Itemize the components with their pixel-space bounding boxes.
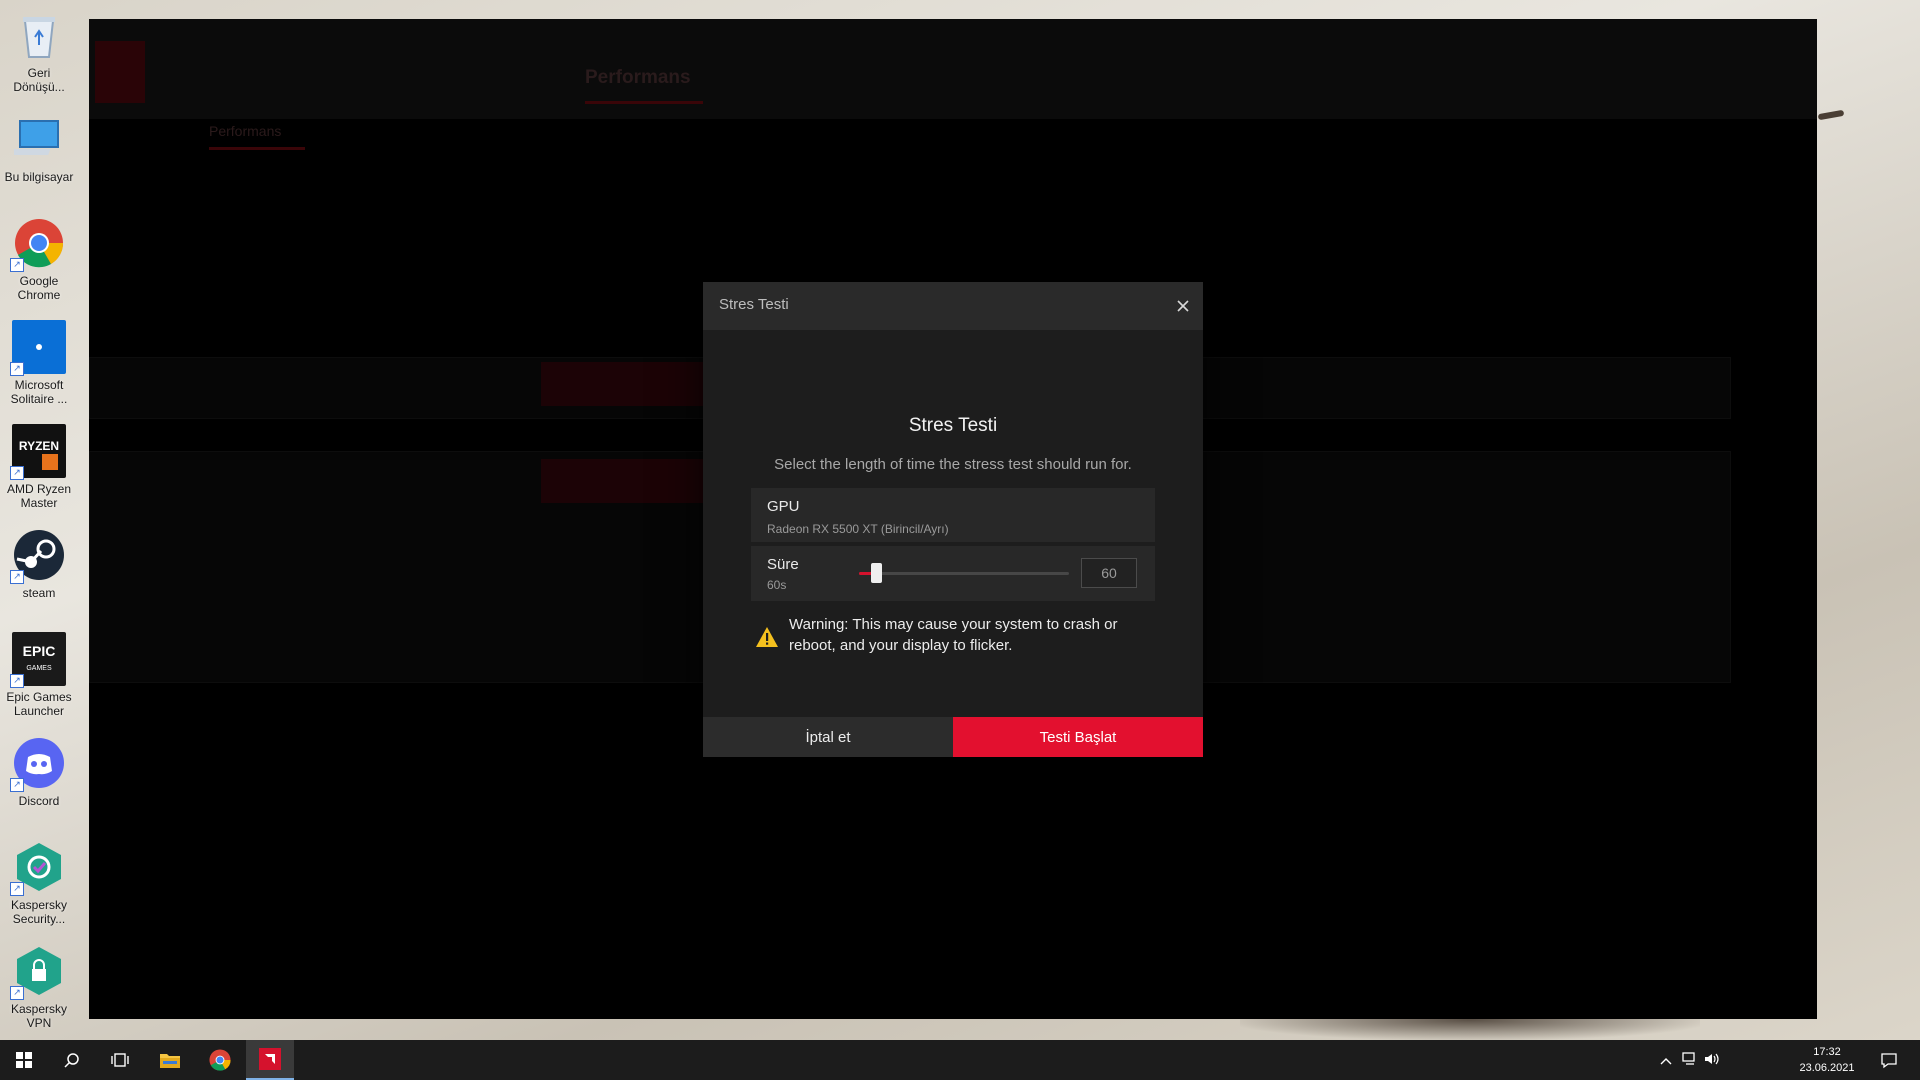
epic-games-icon: EPIC GAMES ↗ <box>10 632 66 688</box>
taskbar-amd-software[interactable] <box>246 1040 294 1080</box>
shortcut-arrow-icon: ↗ <box>10 258 24 272</box>
volume-icon[interactable] <box>1704 1052 1720 1071</box>
ryzen-master-icon: RYZEN ↗ <box>10 424 66 480</box>
solitaire-icon: ↗ <box>10 320 66 376</box>
chrome-icon: ↗ <box>10 216 66 272</box>
cancel-button[interactable]: İptal et <box>703 717 953 757</box>
windows-icon <box>16 1052 32 1068</box>
amd-icon <box>259 1048 281 1070</box>
start-button[interactable] <box>0 1040 48 1080</box>
chrome-icon <box>209 1049 231 1071</box>
slider-thumb[interactable] <box>871 563 882 583</box>
close-button[interactable] <box>1169 292 1197 320</box>
dialog-description: Select the length of time the stress tes… <box>774 456 1132 473</box>
shortcut-arrow-icon: ↗ <box>10 778 24 792</box>
desktop-icon-microsoft-solitaire[interactable]: ↗ Microsoft Solitaire ... <box>4 320 74 406</box>
shortcut-arrow-icon: ↗ <box>10 466 24 480</box>
clock-date: 23.06.2021 <box>1799 1062 1855 1074</box>
nav-active-indicator <box>585 101 703 104</box>
recycle-bin-icon <box>12 8 66 62</box>
gpu-label: GPU <box>767 498 800 515</box>
duration-subvalue: 60s <box>767 578 787 592</box>
search-icon <box>64 1053 79 1068</box>
dialog-window-title: Stres Testi <box>719 296 789 313</box>
desktop-icon-this-pc[interactable]: Bu bilgisayar <box>4 112 74 184</box>
shortcut-arrow-icon: ↗ <box>10 882 24 896</box>
desktop-icon-recycle-bin[interactable]: Geri Dönüşü... <box>4 8 74 94</box>
gpu-panel: GPU Radeon RX 5500 XT (Birincil/Ayrı) <box>751 488 1155 542</box>
subnav-tab-performance[interactable]: Performans <box>209 123 281 139</box>
amd-logo-icon <box>95 41 145 103</box>
desktop-icon-epic-games[interactable]: EPIC GAMES ↗ Epic Games Launcher <box>4 632 74 718</box>
notification-center-button[interactable] <box>1880 1051 1898 1074</box>
kaspersky-security-icon: ↗ <box>10 840 66 896</box>
desktop-icon-steam[interactable]: ↗ steam <box>4 528 74 600</box>
task-view-icon <box>111 1053 129 1067</box>
svg-text:EPIC: EPIC <box>23 643 56 659</box>
app-header: Performans Performans <box>89 19 1817 150</box>
notification-icon <box>1881 1053 1897 1069</box>
discord-icon: ↗ <box>10 736 66 792</box>
desktop-icon-kaspersky-vpn[interactable]: ↗ Kaspersky VPN <box>4 944 74 1030</box>
clock-time: 17:32 <box>1813 1046 1841 1058</box>
taskbar-chrome[interactable] <box>196 1040 244 1080</box>
computer-icon <box>12 112 66 166</box>
svg-text:RYZEN: RYZEN <box>19 439 59 453</box>
subnav-active-indicator <box>209 147 305 150</box>
dialog-heading: Stres Testi <box>908 415 998 436</box>
warning-icon <box>755 626 779 653</box>
svg-text:GAMES: GAMES <box>26 665 52 672</box>
close-icon <box>1177 300 1189 312</box>
desktop-icon-kaspersky-security[interactable]: ↗ Kaspersky Security... <box>4 840 74 926</box>
duration-input[interactable] <box>1081 558 1137 588</box>
steam-icon: ↗ <box>10 528 66 584</box>
task-view-button[interactable] <box>96 1040 144 1080</box>
shortcut-arrow-icon: ↗ <box>10 674 24 688</box>
system-tray: 17:32 23.06.2021 <box>1660 1040 1920 1080</box>
taskbar: 17:32 23.06.2021 <box>0 1040 1920 1080</box>
desktop-icon-amd-ryzen-master[interactable]: RYZEN ↗ AMD Ryzen Master <box>4 424 74 510</box>
folder-icon <box>160 1054 180 1068</box>
duration-slider[interactable] <box>859 563 1069 583</box>
duration-label: Süre <box>767 556 799 573</box>
kaspersky-vpn-icon: ↗ <box>10 944 66 1000</box>
shortcut-arrow-icon: ↗ <box>10 362 24 376</box>
nav-tab-performance[interactable]: Performans <box>585 67 691 89</box>
start-test-button[interactable]: Testi Başlat <box>953 717 1203 757</box>
taskbar-clock[interactable]: 17:32 23.06.2021 <box>1792 1044 1862 1076</box>
dialog-header: Stres Testi <box>703 282 1203 330</box>
warning-text: Warning: This may cause your system to c… <box>789 616 1118 654</box>
taskbar-file-explorer[interactable] <box>146 1040 194 1080</box>
desktop-icon-discord[interactable]: ↗ Discord <box>4 736 74 808</box>
wallpaper-bird <box>1817 109 1845 121</box>
shortcut-arrow-icon: ↗ <box>10 986 24 1000</box>
network-icon[interactable] <box>1682 1052 1698 1071</box>
stress-test-dialog: Stres Testi Stres Testi Select the lengt… <box>703 282 1203 757</box>
desktop-icon-google-chrome[interactable]: ↗ Google Chrome <box>4 216 74 302</box>
duration-panel: Süre 60s <box>751 546 1155 601</box>
search-button[interactable] <box>48 1040 96 1080</box>
shortcut-arrow-icon: ↗ <box>10 570 24 584</box>
desktop-icons: Geri Dönüşü... Bu bilgisayar ↗ Google Ch… <box>0 0 90 1040</box>
gpu-name: Radeon RX 5500 XT (Birincil/Ayrı) <box>767 522 949 536</box>
tray-overflow-icon[interactable] <box>1660 1053 1672 1071</box>
